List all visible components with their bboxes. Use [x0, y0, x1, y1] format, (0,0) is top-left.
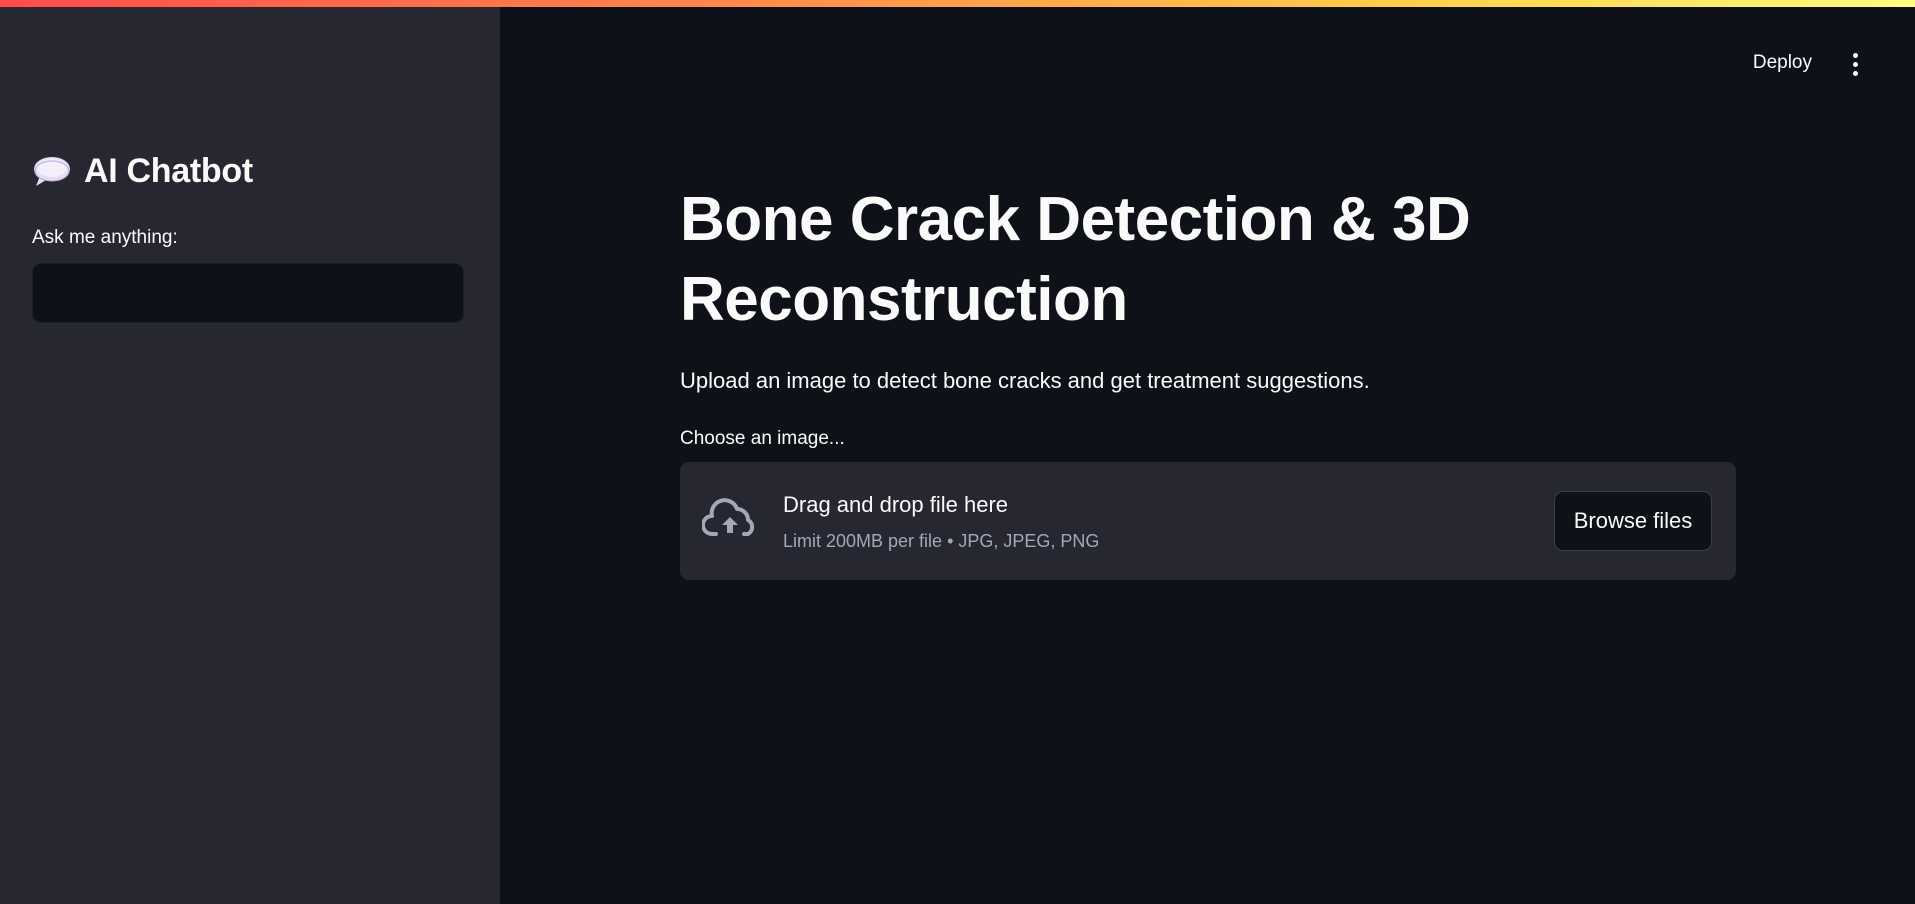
chat-input[interactable] — [32, 263, 464, 323]
chat-input-label: Ask me anything: — [32, 227, 178, 248]
top-decoration-bar — [0, 0, 1915, 7]
sidebar: AI Chatbot Ask me anything: — [0, 0, 500, 904]
page-title: Bone Crack Detection & 3D Reconstruction — [680, 185, 1471, 334]
speech-balloon-icon — [34, 156, 70, 186]
uploader-label: Choose an image... — [680, 428, 845, 449]
main-content: Bone Crack Detection & 3D Reconstruction… — [680, 180, 1736, 580]
sidebar-title: AI Chatbot — [32, 152, 253, 191]
dropzone-limit-text: Limit 200MB per file • JPG, JPEG, PNG — [783, 531, 1100, 551]
deploy-button[interactable]: Deploy — [1745, 48, 1820, 78]
app-header: Deploy — [500, 7, 1915, 117]
page-subtitle: Upload an image to detect bone cracks an… — [680, 368, 1370, 393]
kebab-menu-icon[interactable] — [1843, 49, 1867, 79]
dropzone-title: Drag and drop file here — [783, 492, 1009, 517]
sidebar-title-text: AI Chatbot — [84, 152, 253, 190]
file-dropzone[interactable]: Drag and drop file here Limit 200MB per … — [680, 462, 1736, 580]
browse-files-button[interactable]: Browse files — [1554, 491, 1712, 551]
cloud-upload-icon — [702, 498, 755, 536]
